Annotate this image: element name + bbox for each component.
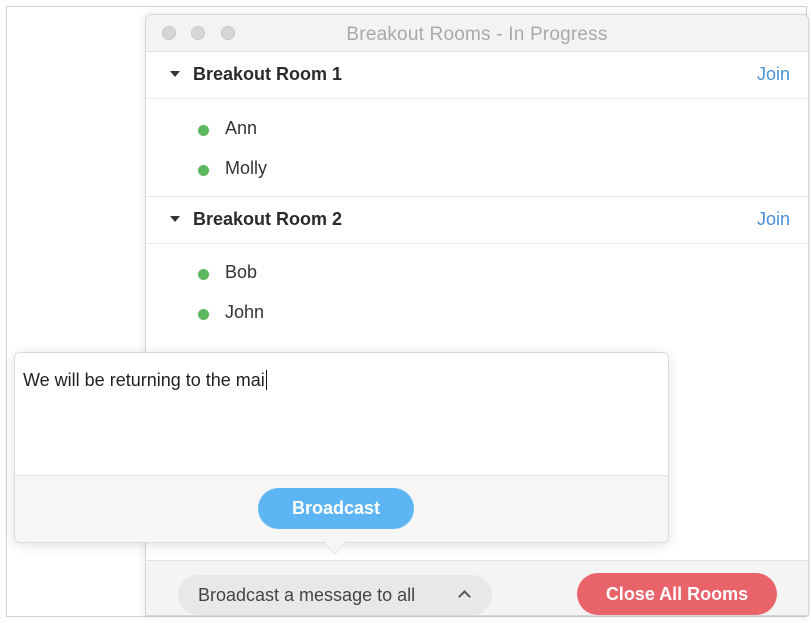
broadcast-message-toggle[interactable]: Broadcast a message to all [178,575,492,615]
window-titlebar: Breakout Rooms - In Progress [146,15,808,52]
room-name: Breakout Room 1 [193,64,343,84]
join-button[interactable]: Join [757,64,790,85]
message-text-container: We will be returning to the mai [23,370,267,391]
online-dot-icon [198,269,209,280]
text-cursor [265,370,267,390]
room-header-breakout-room-1[interactable]: Breakout Room 1 Join [146,52,808,99]
popover-footer: Broadcast [15,475,668,542]
broadcast-popover: We will be returning to the mai Broadcas… [14,352,669,543]
bottom-bar: Broadcast a message to all Close All Roo… [146,560,808,615]
popover-arrow [323,540,347,554]
room-header-breakout-room-2[interactable]: Breakout Room 2 Join [146,197,808,244]
join-button[interactable]: Join [757,209,790,230]
participant-name: John [225,302,265,322]
close-all-rooms-button[interactable]: Close All Rooms [577,573,777,615]
room-name: Breakout Room 2 [193,209,343,229]
broadcast-button[interactable]: Broadcast [258,488,414,529]
broadcast-message-input[interactable]: We will be returning to the mai [15,353,668,475]
online-dot-icon [198,165,209,176]
participant-name: Ann [225,118,258,138]
online-dot-icon [198,125,209,136]
message-text: We will be returning to the mai [23,370,265,390]
window-title: Breakout Rooms - In Progress [346,24,608,45]
caret-down-icon[interactable] [170,71,180,77]
participant-name: Bob [225,262,258,282]
online-dot-icon [198,309,209,320]
participant-name: Molly [225,158,268,178]
chevron-up-icon [458,590,471,603]
caret-down-icon[interactable] [170,216,180,222]
broadcast-toggle-label: Broadcast a message to all [198,585,416,605]
